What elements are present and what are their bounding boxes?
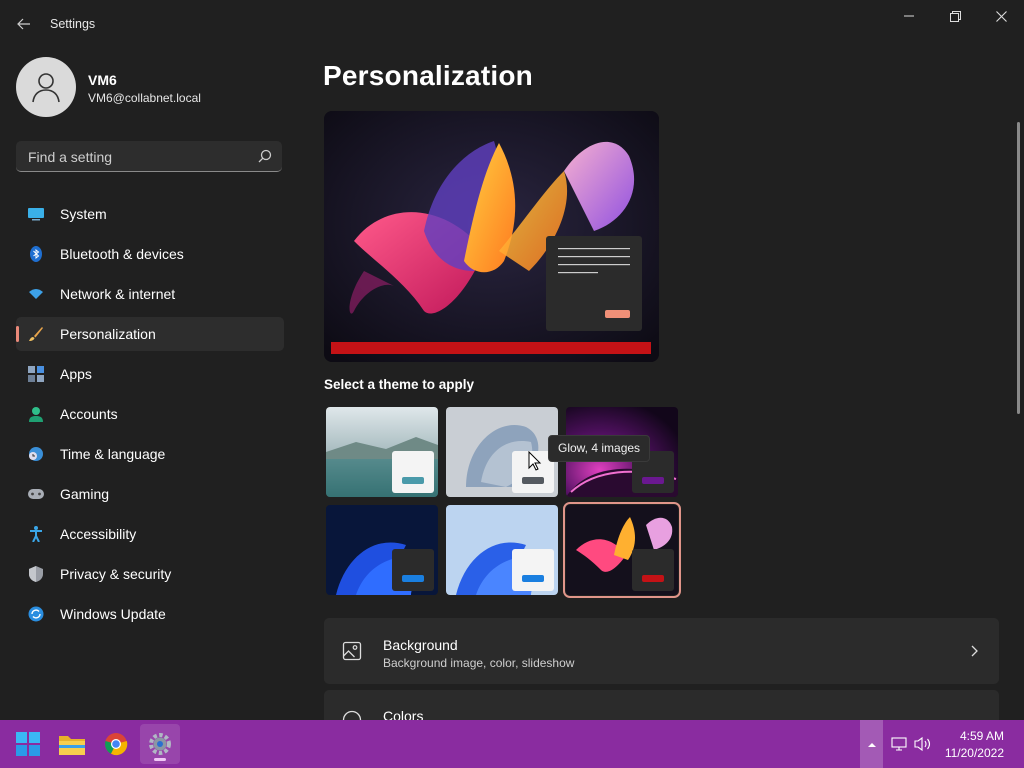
chevron-up-icon: [867, 742, 876, 747]
file-explorer-button[interactable]: [52, 724, 92, 764]
gamepad-icon: [28, 486, 44, 502]
sidebar-item-label: Privacy & security: [60, 566, 172, 582]
bluetooth-icon: [28, 246, 44, 262]
user-email: VM6@collabnet.local: [88, 91, 201, 105]
image-icon: [342, 641, 362, 661]
chrome-icon: [105, 733, 128, 756]
clock-date[interactable]: 11/20/2022: [945, 746, 1004, 760]
sidebar-item-label: Apps: [60, 366, 92, 382]
sidebar-item-label: Accessibility: [60, 526, 137, 542]
brush-icon: [28, 326, 44, 342]
globe-clock-icon: [28, 446, 44, 462]
user-name: VM6: [88, 72, 117, 88]
start-button[interactable]: [8, 724, 48, 764]
sidebar-item-privacy[interactable]: Privacy & security: [16, 557, 284, 591]
theme-thumbnail-image: [326, 407, 438, 497]
taskbar: 4:59 AM 11/20/2022: [0, 720, 1024, 768]
wifi-icon: [28, 286, 44, 302]
theme-tile-lake[interactable]: [326, 407, 438, 497]
theme-tile-windows-light[interactable]: [446, 505, 558, 595]
volume-icon[interactable]: [914, 736, 932, 752]
mouse-cursor-icon: [528, 451, 542, 471]
sidebar-item-personalization[interactable]: Personalization: [16, 317, 284, 351]
minimize-icon: [904, 15, 914, 17]
theme-tile-flow[interactable]: [563, 502, 681, 598]
page-title: Personalization: [323, 60, 533, 91]
sidebar-item-accounts[interactable]: Accounts: [16, 397, 284, 431]
user-icon: [32, 73, 60, 103]
theme-thumbnail-image: [326, 505, 438, 595]
back-button[interactable]: [10, 10, 38, 38]
sidebar-item-gaming[interactable]: Gaming: [16, 477, 284, 511]
title-bar: Settings: [0, 0, 1024, 48]
theme-section-label: Select a theme to apply: [324, 377, 475, 392]
card-title: Colors: [383, 708, 424, 720]
chevron-right-icon: [971, 645, 978, 657]
chrome-button[interactable]: [96, 724, 136, 764]
person-icon: [28, 406, 44, 422]
sidebar-item-apps[interactable]: Apps: [16, 357, 284, 391]
card-title: Background: [383, 637, 458, 653]
network-icon[interactable]: [891, 736, 907, 752]
scrollbar-thumb[interactable]: [1017, 122, 1020, 414]
search-input[interactable]: [26, 146, 250, 168]
theme-thumbnail-image: [566, 505, 678, 595]
sidebar-item-time-language[interactable]: Time & language: [16, 437, 284, 471]
search-icon[interactable]: [258, 149, 272, 163]
accessibility-icon: [28, 526, 44, 542]
restore-button[interactable]: [932, 0, 978, 32]
sidebar-item-label: Time & language: [60, 446, 166, 462]
sidebar-item-accessibility[interactable]: Accessibility: [16, 517, 284, 551]
sidebar-item-label: System: [60, 206, 107, 222]
show-hidden-icons-button[interactable]: [860, 720, 883, 768]
file-explorer-icon: [59, 736, 85, 755]
search-box[interactable]: [16, 141, 282, 172]
sidebar-item-label: Accounts: [60, 406, 118, 422]
background-setting-card[interactable]: Background Background image, color, slid…: [324, 618, 999, 684]
preview-wallpaper-image: [324, 111, 659, 362]
sidebar-item-label: Gaming: [60, 486, 110, 502]
update-icon: [28, 606, 44, 622]
settings-taskbar-button[interactable]: [140, 724, 180, 764]
restore-icon: [949, 10, 961, 22]
sidebar-item-label: Personalization: [60, 326, 156, 342]
sidebar-item-windows-update[interactable]: Windows Update: [16, 597, 284, 631]
shield-icon: [28, 566, 44, 582]
minimize-button[interactable]: [886, 0, 932, 32]
sidebar-item-label: Bluetooth & devices: [60, 246, 184, 262]
monitor-icon: [28, 206, 44, 222]
sidebar-item-network[interactable]: Network & internet: [16, 277, 284, 311]
theme-tile-windows-dark[interactable]: [326, 505, 438, 595]
settings-icon: [149, 733, 171, 755]
sidebar-item-system[interactable]: System: [16, 197, 284, 231]
arrow-left-icon: [17, 18, 30, 30]
theme-tooltip: Glow, 4 images: [548, 435, 651, 462]
theme-preview: [324, 111, 659, 362]
sidebar-item-label: Network & internet: [60, 286, 176, 302]
theme-thumbnail-image: [446, 505, 558, 595]
colors-setting-card[interactable]: Colors: [324, 690, 999, 720]
sidebar-item-label: Windows Update: [60, 606, 166, 622]
clock-time[interactable]: 4:59 AM: [960, 729, 1004, 743]
apps-icon: [28, 366, 44, 382]
card-description: Background image, color, slideshow: [383, 656, 575, 670]
active-indicator: [16, 326, 19, 342]
palette-icon: [342, 710, 362, 720]
app-title: Settings: [50, 17, 96, 31]
avatar[interactable]: [16, 57, 76, 117]
close-button[interactable]: [978, 0, 1024, 32]
active-app-indicator: [154, 758, 166, 761]
sidebar-item-bluetooth[interactable]: Bluetooth & devices: [16, 237, 284, 271]
close-icon: [995, 10, 1007, 22]
windows-start-icon: [16, 732, 40, 756]
